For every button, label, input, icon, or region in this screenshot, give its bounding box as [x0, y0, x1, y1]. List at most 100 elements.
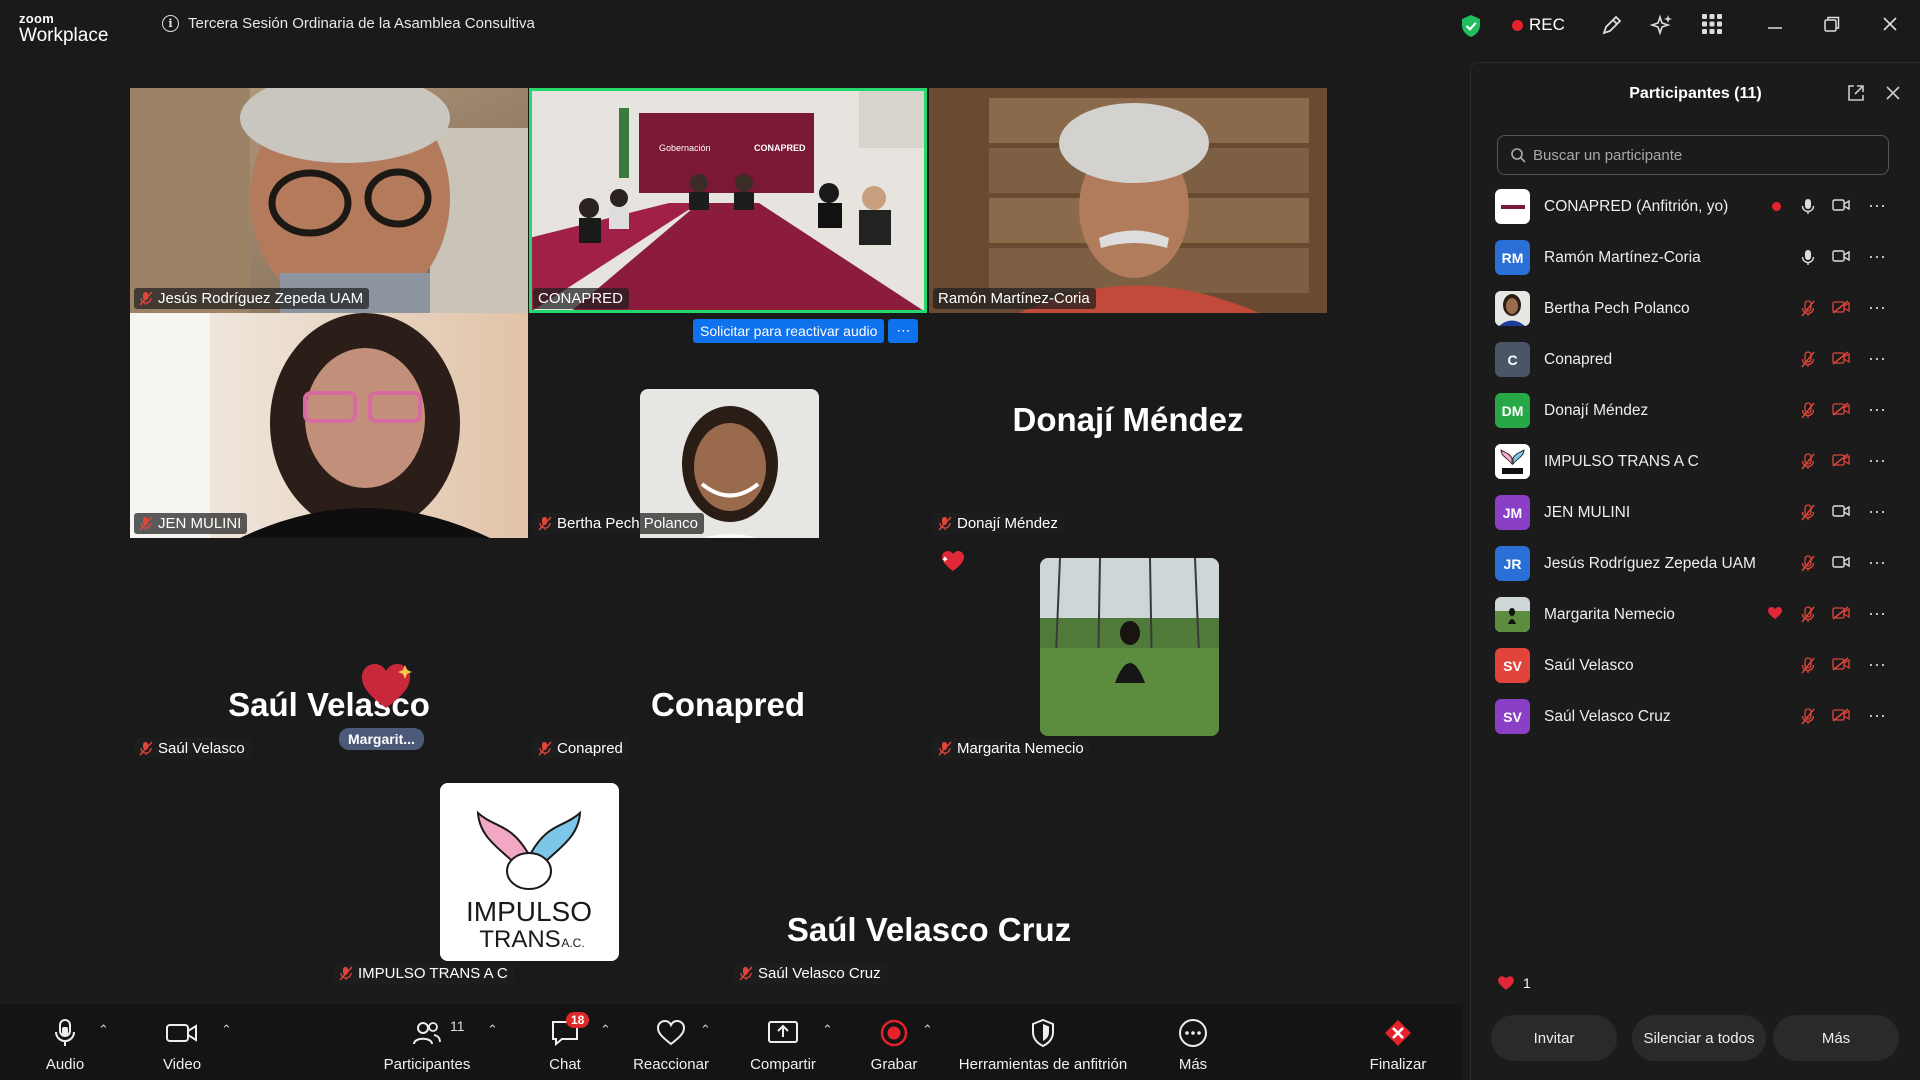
participant-row[interactable]: IMPULSO TRANS A C ⋯	[1471, 436, 1920, 487]
camera-off-icon[interactable]	[1832, 453, 1850, 467]
more-button[interactable]: Más	[1133, 1016, 1253, 1073]
record-button[interactable]: Grabar	[834, 1016, 954, 1073]
mic-muted-icon[interactable]	[1801, 555, 1815, 572]
participant-more-icon[interactable]: ⋯	[1868, 247, 1887, 268]
react-options-chevron-icon[interactable]: ⌃	[700, 1022, 711, 1038]
participant-more-icon[interactable]: ⋯	[1868, 451, 1887, 472]
participant-row[interactable]: C Conapred ⋯	[1471, 334, 1920, 385]
mic-muted-icon[interactable]	[1801, 504, 1815, 521]
meeting-info[interactable]: i Tercera Sesión Ordinaria de la Asamble…	[162, 15, 535, 32]
camera-off-icon[interactable]	[1832, 402, 1850, 416]
camera-on-icon[interactable]	[1832, 555, 1850, 569]
participant-row[interactable]: JM JEN MULINI ⋯	[1471, 487, 1920, 538]
host-tools-button[interactable]: Herramientas de anfitrión	[943, 1016, 1143, 1073]
share-options-chevron-icon[interactable]: ⌃	[822, 1022, 833, 1038]
recording-indicator[interactable]: REC	[1512, 15, 1565, 35]
mic-muted-icon[interactable]	[1801, 606, 1815, 623]
camera-on-icon[interactable]	[1832, 249, 1850, 263]
mic-muted-icon[interactable]	[1801, 708, 1815, 725]
mic-muted-icon[interactable]	[1801, 453, 1815, 470]
camera-off-icon[interactable]	[1832, 606, 1850, 620]
mic-on-icon[interactable]	[1801, 198, 1815, 215]
participant-search[interactable]	[1497, 135, 1889, 175]
name-tag: Saúl Velasco Cruz	[734, 963, 887, 984]
participant-row[interactable]: CONAPRED (Anfitrión, yo) ⋯	[1471, 181, 1920, 232]
display-name: Saúl Velasco	[228, 686, 430, 723]
participant-more-icon[interactable]: ⋯	[1868, 706, 1887, 727]
react-button[interactable]: Reaccionar	[611, 1016, 731, 1073]
video-feed-jesus	[130, 88, 528, 313]
participant-more-icon[interactable]: ⋯	[1868, 604, 1887, 625]
mic-on-icon[interactable]	[1801, 249, 1815, 266]
camera-off-icon[interactable]	[1832, 351, 1850, 365]
participant-name: Margarita Nemecio	[957, 740, 1084, 757]
popout-icon[interactable]	[1846, 83, 1866, 103]
chat-options-chevron-icon[interactable]: ⌃	[600, 1022, 611, 1038]
mic-muted-icon[interactable]	[1801, 402, 1815, 419]
participant-more-icon[interactable]: ⋯	[1868, 400, 1887, 421]
info-icon[interactable]: i	[162, 15, 179, 32]
ai-companion-icon[interactable]	[1650, 13, 1674, 37]
encryption-shield-icon[interactable]	[1460, 14, 1482, 38]
participant-name: Bertha Pech Polanco	[1544, 299, 1690, 317]
participant-more-icon[interactable]: ⋯	[1868, 553, 1887, 574]
participant-name: Donají Méndez	[957, 515, 1058, 532]
more-label: Más	[1178, 1056, 1208, 1073]
audio-options-chevron-icon[interactable]: ⌃	[98, 1022, 109, 1038]
video-tile-donaji[interactable]: Donají Méndez Donají Méndez	[929, 313, 1327, 538]
mute-all-button[interactable]: Silenciar a todos	[1632, 1015, 1766, 1061]
participant-more-icon[interactable]: ⋯	[1868, 196, 1887, 217]
tile-more-options-button[interactable]: ⋯	[888, 319, 919, 343]
video-tile-conapred-2[interactable]: Conapred Conapred	[529, 538, 927, 763]
camera-off-icon[interactable]	[1832, 657, 1850, 671]
participant-name: Conapred	[1544, 350, 1613, 368]
camera-off-icon[interactable]	[1832, 300, 1850, 314]
participant-row[interactable]: RM Ramón Martínez-Coria ⋯	[1471, 232, 1920, 283]
video-tile-jesus[interactable]: Jesús Rodríguez Zepeda UAM	[130, 88, 528, 313]
mic-muted-icon[interactable]	[1801, 300, 1815, 317]
end-meeting-button[interactable]: Finalizar	[1338, 1016, 1458, 1073]
panel-more-button[interactable]: Más	[1773, 1015, 1899, 1061]
camera-off-icon[interactable]	[1832, 708, 1850, 722]
participant-row[interactable]: SV Saúl Velasco ⋯	[1471, 640, 1920, 691]
participant-row[interactable]: Bertha Pech Polanco ⋯	[1471, 283, 1920, 334]
close-panel-icon[interactable]	[1884, 84, 1902, 102]
minimize-icon[interactable]	[1766, 14, 1784, 34]
mic-muted-icon[interactable]	[1801, 351, 1815, 368]
participant-more-icon[interactable]: ⋯	[1868, 298, 1887, 319]
participant-row[interactable]: SV Saúl Velasco Cruz ⋯	[1471, 691, 1920, 742]
record-options-chevron-icon[interactable]: ⌃	[922, 1022, 933, 1038]
participant-row[interactable]: Margarita Nemecio ⋯	[1471, 589, 1920, 640]
participant-more-icon[interactable]: ⋯	[1868, 655, 1887, 676]
video-tile-margarita[interactable]: Margarita Nemecio	[929, 538, 1327, 763]
participant-more-icon[interactable]: ⋯	[1868, 349, 1887, 370]
video-tile-saul[interactable]: Saúl Velasco Margarit... Saúl Velasco	[130, 538, 528, 763]
video-options-chevron-icon[interactable]: ⌃	[221, 1022, 232, 1038]
participant-name: IMPULSO TRANS A C	[1544, 452, 1699, 470]
profile-photo-margarita	[1040, 558, 1219, 736]
search-input[interactable]	[1533, 146, 1873, 164]
video-tile-jen[interactable]: JEN MULINI	[130, 313, 528, 538]
annotate-pen-icon[interactable]	[1600, 13, 1624, 37]
participant-avatar: SV	[1495, 699, 1530, 734]
participants-button[interactable]: 11 Participantes	[367, 1016, 487, 1073]
mic-muted-icon[interactable]	[1801, 657, 1815, 674]
camera-on-icon[interactable]	[1832, 504, 1850, 518]
invite-button[interactable]: Invitar	[1491, 1015, 1617, 1061]
video-tile-impulso[interactable]: IMPULSO TRANS A.C. IMPULSO TRANS A C	[330, 763, 728, 988]
camera-on-icon[interactable]	[1832, 198, 1850, 212]
meeting-title: Tercera Sesión Ordinaria de la Asamblea …	[188, 15, 535, 32]
apps-grid-icon[interactable]	[1701, 13, 1723, 35]
participant-row[interactable]: JR Jesús Rodríguez Zepeda UAM ⋯	[1471, 538, 1920, 589]
video-tile-conapred[interactable]: Gobernación CONAPRED CONAPRED	[529, 88, 927, 313]
video-tile-ramon[interactable]: Ramón Martínez-Coria	[929, 88, 1327, 313]
participants-options-chevron-icon[interactable]: ⌃	[487, 1022, 498, 1038]
video-tile-bertha[interactable]: Bertha Pech Polanco	[529, 313, 927, 538]
meeting-controls: Audio ⌃ Video ⌃ 11 Participantes ⌃ 18 Ch…	[0, 1004, 1463, 1080]
participant-more-icon[interactable]: ⋯	[1868, 502, 1887, 523]
request-unmute-button[interactable]: Solicitar para reactivar audio	[693, 319, 885, 343]
video-tile-saul-cruz[interactable]: Saúl Velasco Cruz Saúl Velasco Cruz	[730, 763, 1128, 988]
close-window-icon[interactable]	[1881, 14, 1899, 34]
restore-icon[interactable]	[1823, 14, 1841, 34]
participant-row[interactable]: DM Donají Méndez ⋯	[1471, 385, 1920, 436]
